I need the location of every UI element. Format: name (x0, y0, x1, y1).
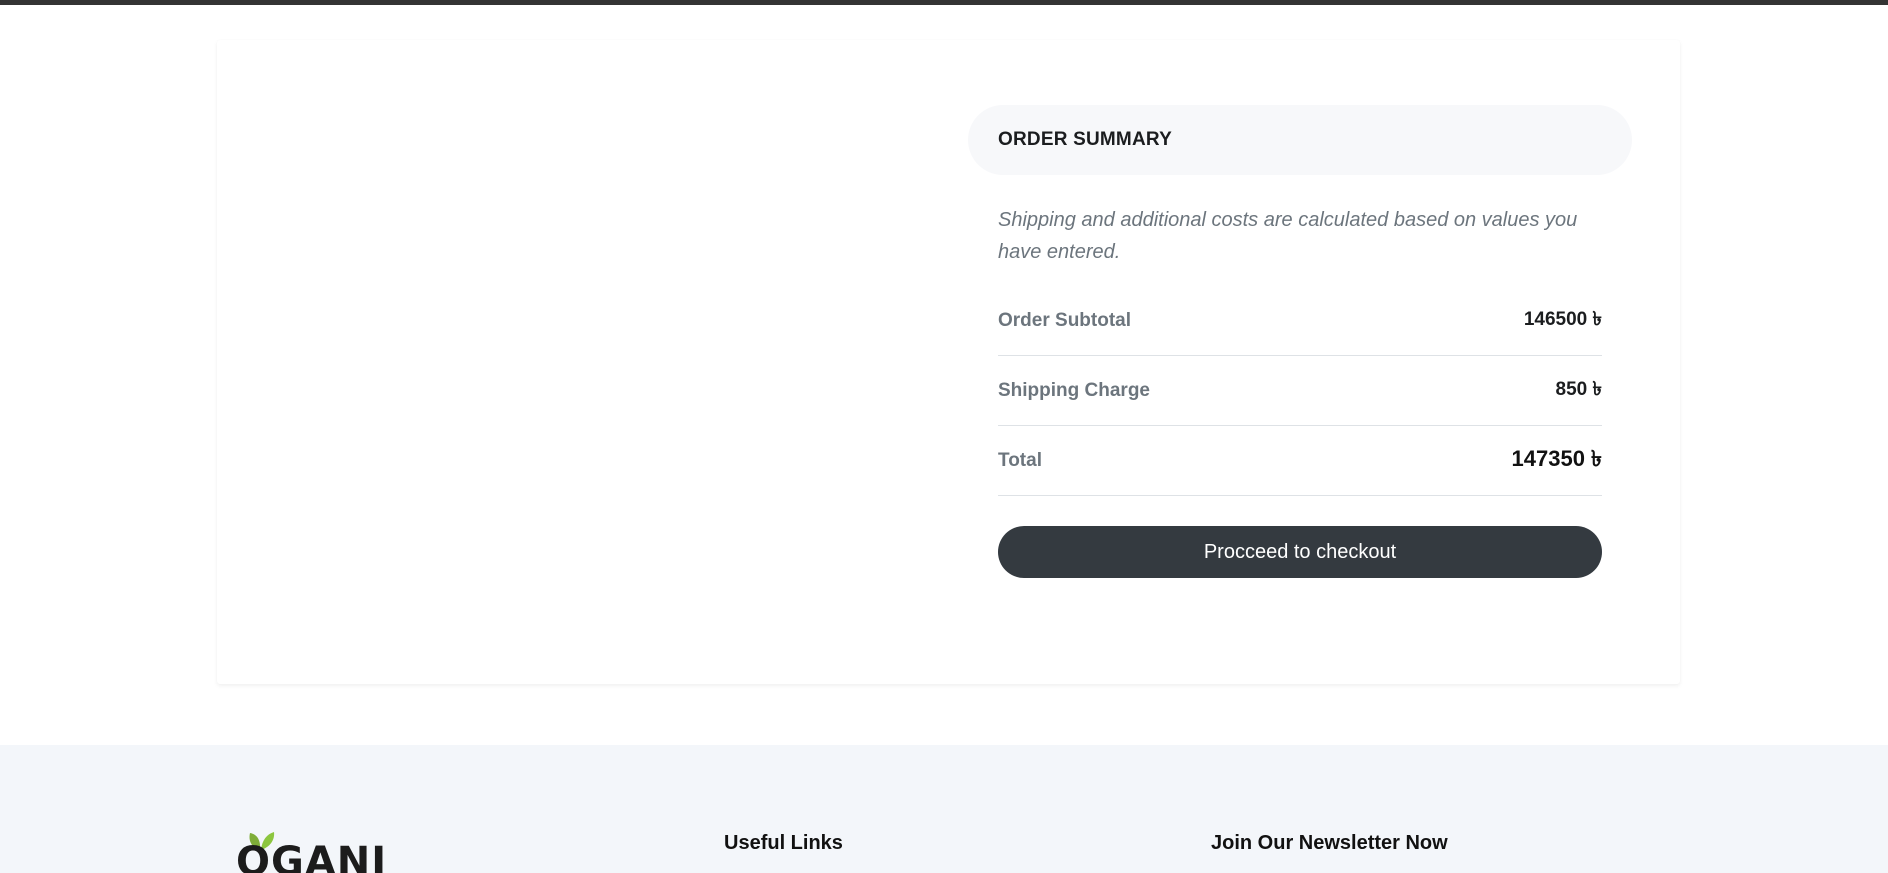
shipping-label: Shipping Charge (998, 379, 1150, 401)
proceed-to-checkout-button[interactable]: Procceed to checkout (998, 526, 1602, 578)
useful-links-heading: Useful Links (724, 832, 843, 854)
order-summary-body: Shipping and additional costs are calcul… (968, 204, 1632, 578)
shipping-row: Shipping Charge 850 ৳ (998, 356, 1602, 426)
order-summary-title: ORDER SUMMARY (998, 129, 1172, 150)
summary-rows: Order Subtotal 146500 ৳ Shipping Charge … (998, 286, 1602, 496)
total-row: Total 147350 ৳ (998, 426, 1602, 496)
total-label: Total (998, 449, 1042, 471)
ogani-logo[interactable]: OGANI (236, 831, 406, 873)
shipping-note: Shipping and additional costs are calcul… (998, 209, 1578, 263)
order-summary-header: ORDER SUMMARY (968, 105, 1632, 175)
order-summary-panel: ORDER SUMMARY Shipping and additional co… (968, 105, 1632, 578)
top-border (0, 0, 1888, 5)
subtotal-label: Order Subtotal (998, 309, 1132, 331)
logo-text: OGANI (236, 839, 388, 873)
footer: OGANI Useful Links Join Our Newsletter N… (0, 745, 1888, 873)
newsletter-heading: Join Our Newsletter Now (1211, 832, 1448, 854)
subtotal-value: 146500 ৳ (1523, 308, 1602, 330)
total-value: 147350 ৳ (1511, 446, 1602, 471)
subtotal-row: Order Subtotal 146500 ৳ (998, 286, 1602, 356)
shipping-value: 850 ৳ (1555, 378, 1602, 400)
